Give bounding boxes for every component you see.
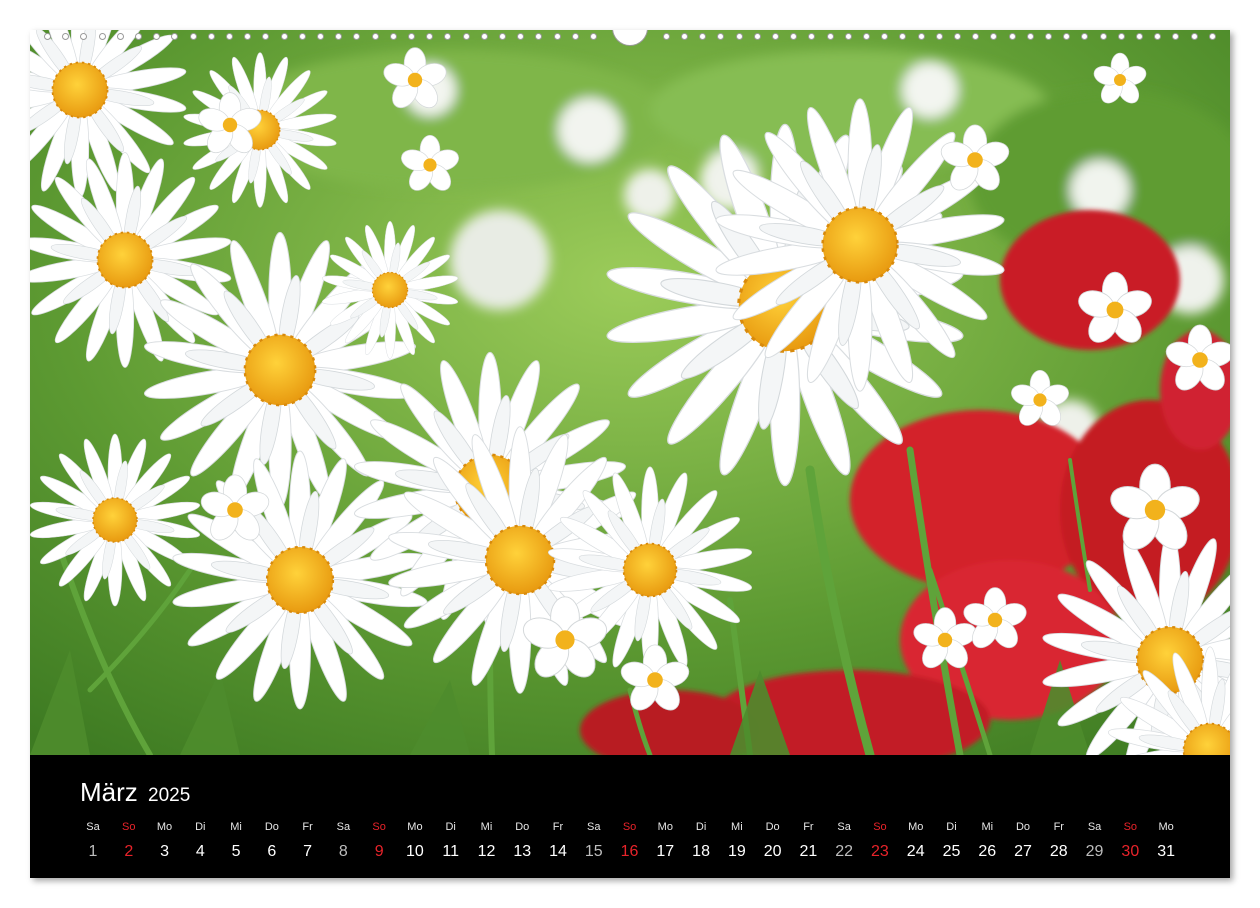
day-number: 22 bbox=[835, 843, 854, 860]
weekday-label: Mo bbox=[657, 821, 673, 833]
day-cell: Fr 21 bbox=[788, 819, 828, 861]
day-row: Sa 1 So 2 Mo 3 Di 4 Mi 5 Do 6 Fr 7 Sa 8 So 9 Mo 10 Di 11 Mi 12 D… bbox=[30, 755, 1230, 878]
day-number: 8 bbox=[338, 843, 348, 860]
day-cell: Sa 8 bbox=[323, 819, 363, 861]
day-number: 24 bbox=[906, 843, 925, 860]
flower-photo-illustration bbox=[30, 30, 1230, 755]
day-number: 16 bbox=[620, 843, 639, 860]
day-number: 1 bbox=[88, 843, 98, 860]
weekday-label: Fr bbox=[803, 821, 814, 833]
day-cell: Do 6 bbox=[252, 819, 292, 861]
day-cell: Di 4 bbox=[180, 819, 220, 861]
weekday-label: Sa bbox=[86, 821, 100, 833]
weekday-label: Fr bbox=[1053, 821, 1064, 833]
day-number: 25 bbox=[942, 843, 961, 860]
day-cell: Fr 28 bbox=[1039, 819, 1079, 861]
day-number: 20 bbox=[763, 843, 782, 860]
day-cell: Di 11 bbox=[431, 819, 471, 861]
day-cell: Di 25 bbox=[931, 819, 971, 861]
day-cell: Sa 22 bbox=[824, 819, 864, 861]
day-cell: So 30 bbox=[1110, 819, 1150, 861]
day-number: 28 bbox=[1049, 843, 1068, 860]
weekday-label: Do bbox=[264, 821, 279, 833]
day-cell: Mo 24 bbox=[896, 819, 936, 861]
day-number: 27 bbox=[1014, 843, 1032, 860]
day-number: 15 bbox=[584, 843, 603, 860]
weekday-label: Mi bbox=[480, 821, 493, 833]
day-cell: Fr 7 bbox=[288, 819, 328, 861]
day-number: 6 bbox=[267, 843, 277, 860]
day-cell: Mo 31 bbox=[1146, 819, 1186, 861]
weekday-label: Mi bbox=[230, 821, 242, 833]
day-number: 10 bbox=[406, 843, 424, 860]
day-number: 12 bbox=[477, 843, 496, 860]
day-number: 26 bbox=[978, 843, 997, 860]
day-number: 5 bbox=[231, 843, 241, 860]
weekday-label: Fr bbox=[302, 821, 313, 833]
day-cell: Fr 14 bbox=[538, 819, 578, 861]
day-cell: Mi 19 bbox=[717, 819, 757, 861]
day-number: 4 bbox=[195, 843, 205, 860]
weekday-label: Mo bbox=[156, 821, 173, 833]
day-cell: Sa 1 bbox=[73, 819, 113, 861]
weekday-label: Mo bbox=[908, 821, 924, 833]
day-number: 14 bbox=[549, 843, 567, 860]
day-cell: Mi 12 bbox=[466, 819, 506, 861]
weekday-label: Sa bbox=[336, 821, 351, 833]
calendar-strip: März 2025 Sa 1 So 2 Mo 3 Di 4 Mi 5 Do 6 Fr 7 Sa 8 So 9 Mo 1… bbox=[30, 755, 1230, 878]
weekday-label: So bbox=[622, 821, 637, 833]
day-number: 11 bbox=[442, 843, 459, 860]
weekday-label: Sa bbox=[1087, 821, 1102, 833]
weekday-label: Sa bbox=[587, 821, 601, 833]
weekday-label: Mo bbox=[407, 821, 423, 833]
day-cell: Sa 15 bbox=[574, 819, 614, 861]
weekday-label: Fr bbox=[552, 821, 564, 833]
day-cell: So 16 bbox=[610, 819, 650, 861]
day-cell: Mi 26 bbox=[967, 819, 1007, 861]
day-number: 29 bbox=[1085, 843, 1104, 860]
day-number: 30 bbox=[1121, 843, 1140, 860]
weekday-label: So bbox=[1123, 821, 1138, 833]
weekday-label: So bbox=[122, 821, 136, 833]
day-number: 2 bbox=[124, 843, 134, 860]
weekday-label: Do bbox=[515, 821, 530, 833]
calendar-page: März 2025 Sa 1 So 2 Mo 3 Di 4 Mi 5 Do 6 Fr 7 Sa 8 So 9 Mo 1… bbox=[30, 30, 1230, 878]
day-cell: Do 20 bbox=[753, 819, 793, 861]
day-number: 7 bbox=[303, 843, 313, 860]
day-cell: So 9 bbox=[359, 819, 399, 861]
day-cell: Di 18 bbox=[681, 819, 721, 861]
calendar-photo bbox=[30, 30, 1230, 755]
day-number: 21 bbox=[799, 843, 818, 860]
weekday-label: So bbox=[372, 821, 386, 833]
day-cell: Mo 17 bbox=[645, 819, 685, 861]
day-cell: So 23 bbox=[860, 819, 900, 861]
weekday-label: Di bbox=[695, 821, 707, 833]
day-number: 9 bbox=[374, 843, 384, 860]
day-cell: Do 13 bbox=[502, 819, 542, 861]
day-number: 13 bbox=[513, 843, 532, 860]
day-cell: Mo 3 bbox=[145, 819, 185, 861]
day-number: 19 bbox=[727, 843, 746, 860]
weekday-label: Di bbox=[445, 821, 456, 833]
weekday-label: Di bbox=[195, 821, 206, 833]
day-cell: Do 27 bbox=[1003, 819, 1043, 861]
day-cell: So 2 bbox=[109, 819, 149, 861]
day-number: 3 bbox=[160, 843, 169, 860]
day-number: 17 bbox=[656, 843, 675, 860]
weekday-label: Mi bbox=[731, 821, 743, 833]
day-number: 31 bbox=[1157, 843, 1175, 860]
day-cell: Sa 29 bbox=[1075, 819, 1115, 861]
day-number: 18 bbox=[692, 843, 710, 860]
day-cell: Mi 5 bbox=[216, 819, 256, 861]
weekday-label: So bbox=[873, 821, 887, 833]
weekday-label: Mi bbox=[981, 821, 994, 833]
weekday-label: Mo bbox=[1158, 821, 1174, 833]
weekday-label: Do bbox=[1015, 821, 1031, 833]
weekday-label: Do bbox=[765, 821, 780, 833]
day-number: 23 bbox=[871, 843, 889, 860]
weekday-label: Sa bbox=[837, 821, 851, 833]
weekday-label: Di bbox=[946, 821, 957, 833]
day-cell: Mo 10 bbox=[395, 819, 435, 861]
